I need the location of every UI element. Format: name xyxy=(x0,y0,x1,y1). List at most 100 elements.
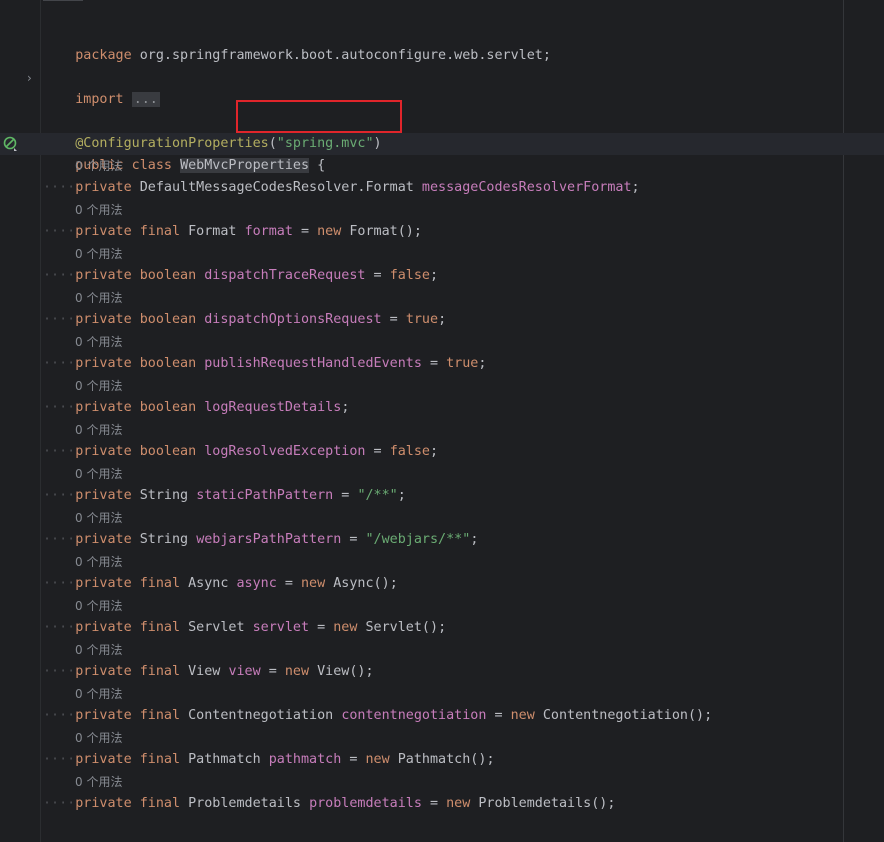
indent-guide-dots: ···· xyxy=(43,796,76,811)
annotation-highlight-box xyxy=(236,100,402,133)
usage-inlay-hint[interactable]: 0 个用法 xyxy=(75,507,122,529)
gutter-divider xyxy=(40,0,41,842)
usage-inlay-hint[interactable]: 0 个用法 xyxy=(75,727,122,749)
new-keyword: new xyxy=(284,664,310,679)
field-modifiers: private final xyxy=(75,796,181,811)
assign-operator: = xyxy=(365,444,390,459)
import-keyword: import xyxy=(75,92,124,107)
field-declaration-line[interactable]: ····private final Format format = new Fo… xyxy=(43,221,422,243)
field-declaration-line[interactable]: ····private boolean logResolvedException… xyxy=(43,441,438,463)
field-declaration-line[interactable]: ····private DefaultMessageCodesResolver.… xyxy=(43,177,640,199)
usage-inlay-hint[interactable]: 0 个用法 xyxy=(75,419,122,441)
field-name: servlet xyxy=(252,620,310,635)
usage-inlay-hint[interactable]: 0 个用法 xyxy=(75,683,122,705)
usage-inlay-hint[interactable]: 0 个用法 xyxy=(75,771,122,793)
string-literal: "/**" xyxy=(357,488,398,503)
indent-guide-dots: ···· xyxy=(43,708,76,723)
field-declaration-line[interactable]: ····private final Contentnegotiation con… xyxy=(43,705,712,727)
field-declaration-line[interactable]: ····private final Problemdetails problem… xyxy=(43,793,615,815)
field-modifiers: private boolean xyxy=(75,268,197,283)
usage-inlay-hint[interactable]: 0 个用法 xyxy=(75,287,122,309)
constructor-call: Async() xyxy=(325,576,390,591)
field-declaration-line[interactable]: ····private boolean publishRequestHandle… xyxy=(43,353,486,375)
usage-inlay-hint[interactable]: 0 个用法 xyxy=(75,331,122,353)
class-name[interactable]: WebMvcProperties xyxy=(180,158,310,173)
field-type: Contentnegotiation xyxy=(188,708,334,723)
field-name: view xyxy=(228,664,261,679)
assign-operator: = xyxy=(381,312,406,327)
usage-inlay-hint[interactable]: 0 个用法 xyxy=(75,595,122,617)
field-declaration-line[interactable]: ····private final Servlet servlet = new … xyxy=(43,617,446,639)
usage-inlay-hint[interactable]: 0 个用法 xyxy=(75,463,122,485)
field-modifiers: private final xyxy=(75,708,181,723)
import-line[interactable]: import ... xyxy=(43,67,160,107)
field-type: Format xyxy=(188,224,237,239)
boolean-literal: false xyxy=(389,268,430,283)
new-keyword: new xyxy=(317,224,342,239)
package-keyword: package xyxy=(75,48,132,63)
field-name: webjarsPathPattern xyxy=(196,532,342,547)
field-type: String xyxy=(139,488,189,503)
chevron-right-icon[interactable]: › xyxy=(27,70,39,86)
constructor-call: View() xyxy=(309,664,366,679)
semicolon: ; xyxy=(631,180,640,195)
semicolon: ; xyxy=(438,312,447,327)
field-declaration-line[interactable]: ····private boolean dispatchTraceRequest… xyxy=(43,265,438,287)
class-declaration-line[interactable]: public class WebMvcProperties { xyxy=(43,133,325,173)
field-declaration-line[interactable]: ····private final Pathmatch pathmatch = … xyxy=(43,749,495,771)
indent-guide-dots: ···· xyxy=(43,268,76,283)
right-margin-guide xyxy=(843,0,844,842)
field-declaration-line[interactable]: ····private String webjarsPathPattern = … xyxy=(43,529,478,551)
semicolon: ; xyxy=(607,796,616,811)
usage-inlay-hint[interactable]: 0 个用法 xyxy=(75,375,122,397)
field-name: logResolvedException xyxy=(204,444,366,459)
editor-gutter[interactable] xyxy=(0,0,40,842)
indent-guide-dots: ···· xyxy=(43,400,76,415)
indent-guide-dots: ···· xyxy=(43,224,76,239)
semicolon: ; xyxy=(365,664,374,679)
assign-operator: = xyxy=(333,488,358,503)
semicolon: ; xyxy=(430,444,439,459)
new-keyword: new xyxy=(510,708,535,723)
field-modifiers: private final xyxy=(75,620,181,635)
indent-guide-dots: ···· xyxy=(43,576,76,591)
field-declaration-line[interactable]: ····private String staticPathPattern = "… xyxy=(43,485,406,507)
field-modifiers: private final xyxy=(75,224,181,239)
indent-guide-dots: ···· xyxy=(43,752,76,767)
field-modifiers: private final xyxy=(75,664,181,679)
brace-open: { xyxy=(317,158,326,173)
assign-operator: = xyxy=(260,664,285,679)
field-name: contentnegotiation xyxy=(341,708,487,723)
boolean-literal: true xyxy=(446,356,479,371)
boolean-literal: true xyxy=(405,312,439,327)
field-name: publishRequestHandledEvents xyxy=(204,356,422,371)
indent-guide-dots: ···· xyxy=(43,620,76,635)
field-declaration-line[interactable]: ····private final Async async = new Asyn… xyxy=(43,573,398,595)
semicolon: ; xyxy=(397,488,406,503)
field-declaration-line[interactable]: ····private boolean dispatchOptionsReque… xyxy=(43,309,446,331)
field-modifiers: private boolean xyxy=(75,356,197,371)
usage-inlay-hint[interactable]: 0 个用法 xyxy=(75,199,122,221)
code-editor[interactable]: package org.springframework.boot.autocon… xyxy=(0,0,884,842)
usage-inlay-hint[interactable]: 0 个用法 xyxy=(75,639,122,661)
usage-inlay-hint[interactable]: 0 个用法 xyxy=(75,551,122,573)
field-modifiers: private boolean xyxy=(75,400,197,415)
semicolon: ; xyxy=(486,752,495,767)
spring-bean-icon[interactable] xyxy=(2,136,20,152)
semicolon: ; xyxy=(341,400,350,415)
constructor-call: Format() xyxy=(341,224,414,239)
assign-operator: = xyxy=(365,268,390,283)
usage-inlay-hint[interactable]: 0 个用法 xyxy=(75,155,122,177)
new-keyword: new xyxy=(446,796,471,811)
field-declaration-line[interactable]: ····private boolean logRequestDetails; xyxy=(43,397,349,419)
semicolon: ; xyxy=(704,708,713,723)
import-fold-placeholder[interactable]: ... xyxy=(131,92,160,107)
field-name: logRequestDetails xyxy=(204,400,342,415)
usage-inlay-hint[interactable]: 0 个用法 xyxy=(75,243,122,265)
package-line[interactable]: package org.springframework.boot.autocon… xyxy=(43,23,551,63)
indent-guide-dots: ···· xyxy=(43,664,76,679)
paren-close: ) xyxy=(373,136,382,151)
field-modifiers: private boolean xyxy=(75,444,197,459)
field-name: dispatchOptionsRequest xyxy=(204,312,382,327)
field-declaration-line[interactable]: ····private final View view = new View()… xyxy=(43,661,374,683)
